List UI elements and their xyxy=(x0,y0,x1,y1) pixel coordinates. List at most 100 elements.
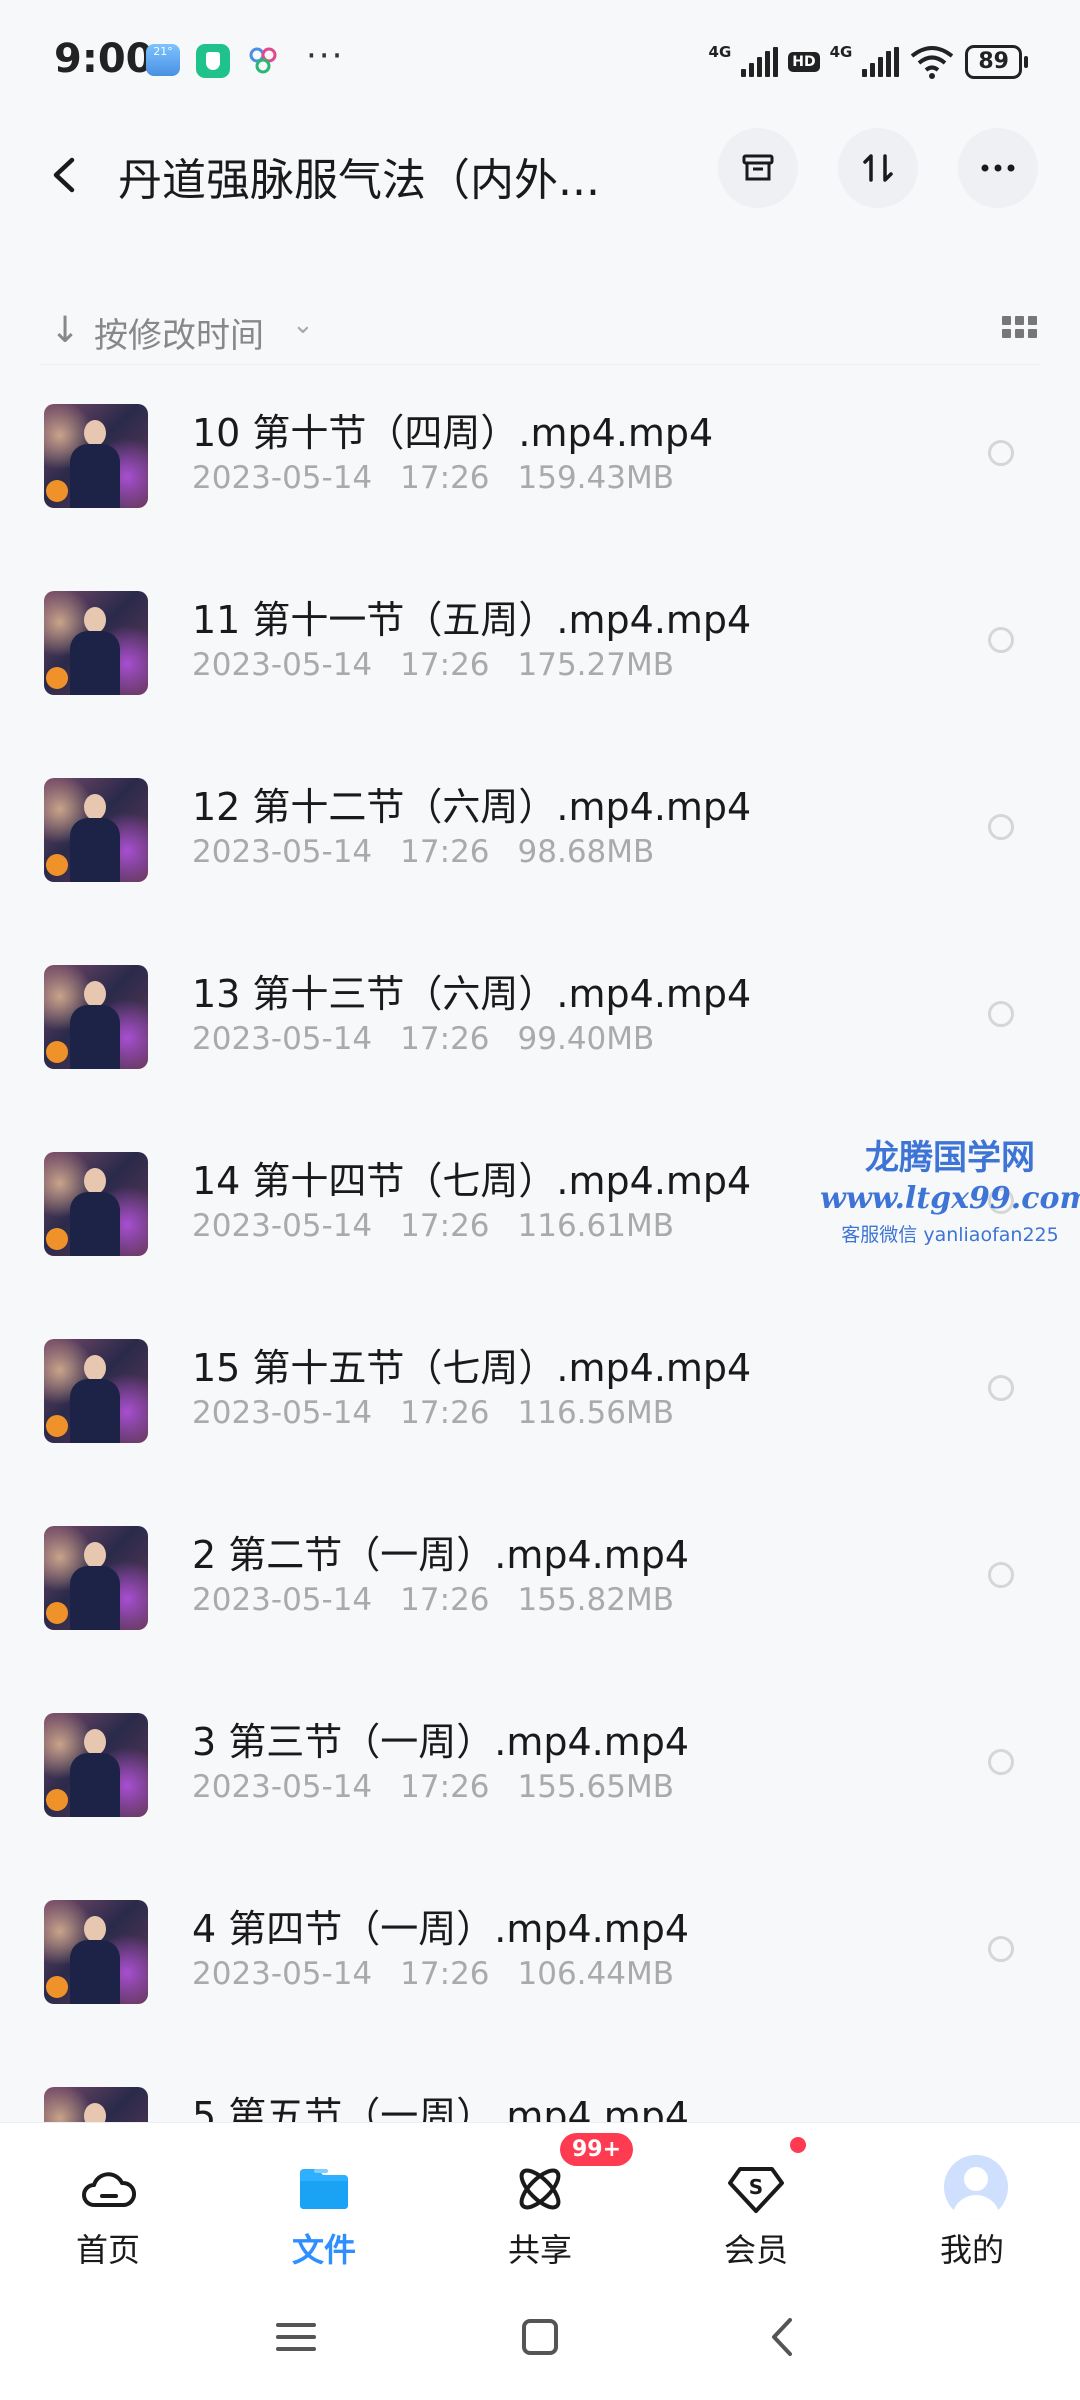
signal-icon-2 xyxy=(862,47,900,77)
select-radio[interactable] xyxy=(988,1562,1014,1588)
tab-me[interactable]: 我的 xyxy=(864,2123,1080,2273)
file-size: 155.82MB xyxy=(517,1582,674,1618)
file-time: 17:26 xyxy=(400,1395,490,1431)
video-thumbnail xyxy=(44,591,148,695)
file-time: 17:26 xyxy=(400,1021,490,1057)
tab-vip[interactable]: S 会员 xyxy=(648,2123,864,2273)
status-time: 9:00 xyxy=(54,36,154,82)
tab-vip-label: 会员 xyxy=(723,2231,788,2269)
bottom-tab-bar: 首页 文件 共享 99+ S 会员 我的 xyxy=(0,2122,1080,2273)
select-radio[interactable] xyxy=(988,814,1014,840)
watermark-url: www.ltgx99.com xyxy=(820,1181,1080,1216)
video-thumbnail xyxy=(44,1339,148,1443)
file-row[interactable]: 10 第十节（四周）.mp4.mp4 2023-05-14 17:26 159.43… xyxy=(0,394,1080,581)
file-row[interactable]: 11 第十一节（五周）.mp4.mp4 2023-05-14 17:26 175.2… xyxy=(0,581,1080,768)
file-name: 11 第十一节（五周）.mp4.mp4 xyxy=(192,598,752,642)
video-thumbnail xyxy=(44,404,148,508)
chevron-down-icon[interactable]: ⌄ xyxy=(292,310,314,340)
vip-red-dot xyxy=(790,2137,806,2153)
archive-icon xyxy=(742,154,774,181)
sort-bar: ↓ 按修改时间 ⌄ xyxy=(0,296,1080,366)
home-square-icon[interactable] xyxy=(510,2312,570,2362)
sort-button[interactable] xyxy=(838,128,918,208)
file-size: 159.43MB xyxy=(517,460,674,496)
file-meta: 2023-05-14 17:26 175.27MB xyxy=(192,647,702,683)
file-size: 99.40MB xyxy=(517,1021,655,1057)
file-name: 10 第十节（四周）.mp4.mp4 xyxy=(192,411,714,455)
file-name: 3 第三节（一周）.mp4.mp4 xyxy=(192,1720,690,1764)
sort-mode-selector[interactable]: 按修改时间 xyxy=(94,308,264,357)
file-meta: 2023-05-14 17:26 116.56MB xyxy=(192,1395,702,1431)
svg-text:S: S xyxy=(749,2175,763,2199)
file-list: 10 第十节（四周）.mp4.mp4 2023-05-14 17:26 159.43… xyxy=(0,394,1080,2264)
file-meta: 2023-05-14 17:26 155.82MB xyxy=(192,1582,702,1618)
file-name: 14 第十四节（七周）.mp4.mp4 xyxy=(192,1159,752,1203)
file-date: 2023-05-14 xyxy=(192,1021,373,1057)
file-time: 17:26 xyxy=(400,834,490,870)
hd-icon: HD xyxy=(788,52,820,72)
archive-button[interactable] xyxy=(718,128,798,208)
video-thumbnail xyxy=(44,1713,148,1817)
select-radio[interactable] xyxy=(988,440,1014,466)
file-name: 12 第十二节（六周）.mp4.mp4 xyxy=(192,785,752,829)
system-nav-bar xyxy=(0,2272,1080,2400)
file-size: 155.65MB xyxy=(517,1769,674,1805)
file-name: 4 第四节（一周）.mp4.mp4 xyxy=(192,1907,690,1951)
file-time: 17:26 xyxy=(400,647,490,683)
top-app-bar: 丹道强脉服气法（内外... xyxy=(0,120,1080,365)
file-time: 17:26 xyxy=(400,1956,490,1992)
file-time: 17:26 xyxy=(400,1208,490,1244)
select-radio[interactable] xyxy=(988,1375,1014,1401)
menu-icon[interactable] xyxy=(266,2312,326,2362)
file-size: 116.61MB xyxy=(517,1208,674,1244)
file-date: 2023-05-14 xyxy=(192,1769,373,1805)
select-radio[interactable] xyxy=(988,1936,1014,1962)
file-name: 13 第十三节（六周）.mp4.mp4 xyxy=(192,972,752,1016)
watermark: 龙腾国学网 www.ltgx99.com 客服微信 yanliaofan225 xyxy=(820,1130,1080,1247)
file-time: 17:26 xyxy=(400,1769,490,1805)
file-date: 2023-05-14 xyxy=(192,834,373,870)
avatar-icon xyxy=(944,2155,1008,2219)
file-row[interactable]: 15 第十五节（七周）.mp4.mp4 2023-05-14 17:26 116.5… xyxy=(0,1329,1080,1516)
file-row[interactable]: 4 第四节（一周）.mp4.mp4 2023-05-14 17:26 106.44M… xyxy=(0,1890,1080,2077)
status-bar: 9:00 21° ··· 4G HD 4G 89 xyxy=(0,0,1080,120)
weather-icon: 21° xyxy=(146,44,180,76)
select-radio[interactable] xyxy=(988,1001,1014,1027)
file-row[interactable]: 2 第二节（一周）.mp4.mp4 2023-05-14 17:26 155.82M… xyxy=(0,1516,1080,1703)
video-thumbnail xyxy=(44,778,148,882)
watermark-contact: 客服微信 yanliaofan225 xyxy=(841,1224,1059,1246)
file-meta: 2023-05-14 17:26 106.44MB xyxy=(192,1956,702,1992)
app-notification-icon xyxy=(249,47,277,74)
file-date: 2023-05-14 xyxy=(192,647,373,683)
file-row[interactable]: 13 第十三节（六周）.mp4.mp4 2023-05-14 17:26 99.40… xyxy=(0,955,1080,1142)
select-radio[interactable] xyxy=(988,627,1014,653)
cloud-icon xyxy=(82,2172,137,2207)
tab-home-label: 首页 xyxy=(75,2231,140,2269)
more-icon xyxy=(981,164,1015,172)
tab-files[interactable]: 文件 xyxy=(216,2123,432,2273)
file-size: 106.44MB xyxy=(517,1956,674,1992)
tab-home[interactable]: 首页 xyxy=(0,2123,216,2273)
sort-direction-icon[interactable]: ↓ xyxy=(50,310,80,351)
grid-view-icon[interactable] xyxy=(1002,316,1038,344)
file-name: 2 第二节（一周）.mp4.mp4 xyxy=(192,1533,690,1577)
file-size: 116.56MB xyxy=(517,1395,674,1431)
signal-icon-1 xyxy=(741,47,779,77)
more-button[interactable] xyxy=(958,128,1038,208)
back-icon[interactable] xyxy=(40,150,90,200)
file-row[interactable]: 3 第三节（一周）.mp4.mp4 2023-05-14 17:26 155.65M… xyxy=(0,1703,1080,1890)
file-meta: 2023-05-14 17:26 98.68MB xyxy=(192,834,682,870)
file-size: 98.68MB xyxy=(517,834,655,870)
page-title: 丹道强脉服气法（内外... xyxy=(118,155,600,206)
back-triangle-icon[interactable] xyxy=(754,2312,814,2362)
tab-files-label: 文件 xyxy=(291,2231,356,2269)
file-date: 2023-05-14 xyxy=(192,460,373,496)
security-app-icon xyxy=(196,44,230,78)
file-row[interactable]: 12 第十二节（六周）.mp4.mp4 2023-05-14 17:26 98.68… xyxy=(0,768,1080,955)
video-thumbnail xyxy=(44,1152,148,1256)
select-radio[interactable] xyxy=(988,1749,1014,1775)
video-thumbnail xyxy=(44,1900,148,2004)
file-meta: 2023-05-14 17:26 159.43MB xyxy=(192,460,702,496)
network-type-2: 4G xyxy=(829,43,853,61)
more-notifications-icon: ··· xyxy=(306,36,345,76)
